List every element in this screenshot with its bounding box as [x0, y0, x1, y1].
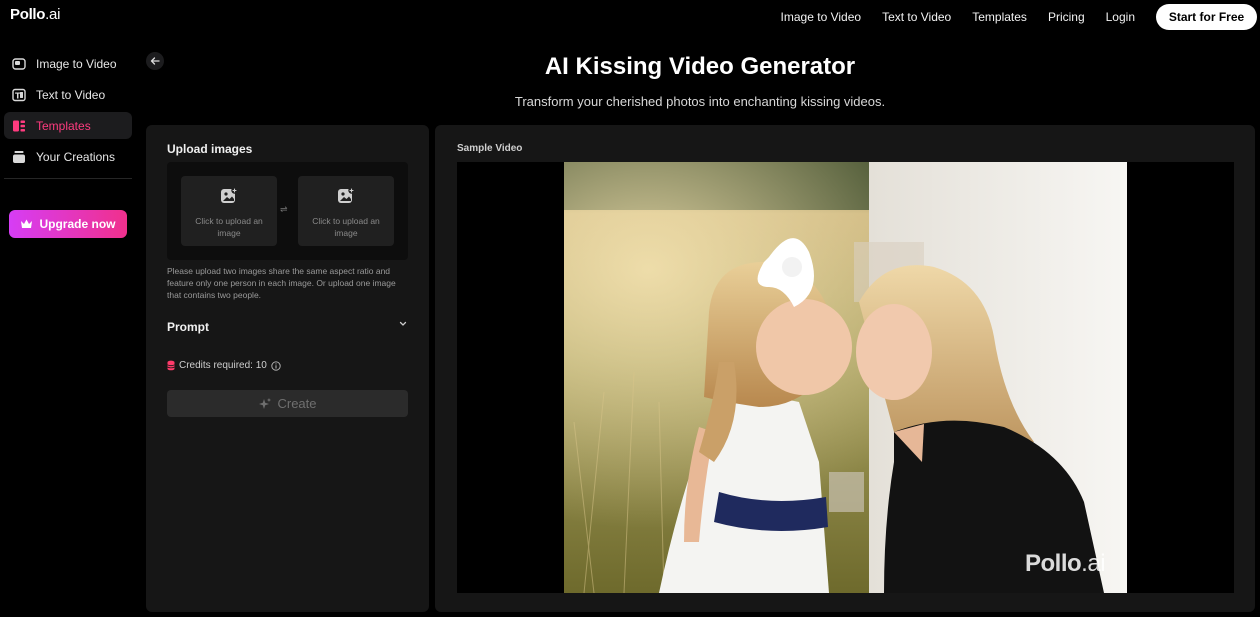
create-button[interactable]: Create — [167, 390, 408, 417]
text-to-video-icon: T — [12, 88, 26, 102]
upload-box-label: Click to upload an image — [195, 216, 263, 238]
credits-coin-icon — [167, 360, 175, 371]
image-upload-icon — [220, 187, 238, 209]
page-subtitle: Transform your cherished photos into enc… — [514, 94, 886, 109]
page-title: AI Kissing Video Generator — [544, 53, 856, 80]
sidebar-divider — [4, 178, 132, 179]
upload-box-second[interactable]: Click to upload an image — [298, 176, 394, 246]
upload-images-title: Upload images — [167, 142, 253, 156]
creations-icon — [12, 150, 26, 164]
nav-pricing[interactable]: Pricing — [1048, 10, 1085, 24]
templates-icon — [12, 119, 26, 133]
upload-box-label: Click to upload an image — [312, 216, 380, 238]
sidebar-item-label: Text to Video — [36, 87, 106, 102]
pollo-watermark: Pollo.ai — [1025, 550, 1106, 577]
sidebar-item-label: Templates — [36, 118, 91, 133]
nav-login[interactable]: Login — [1106, 10, 1135, 24]
upgrade-now-button[interactable]: Upgrade now — [9, 210, 127, 238]
sample-video-label: Sample Video — [457, 143, 523, 154]
sidebar-item-templates[interactable]: Templates — [4, 112, 132, 139]
sidebar-item-label: Your Creations — [36, 149, 115, 164]
sample-video-player[interactable]: Pollo.ai — [457, 162, 1234, 593]
info-icon[interactable] — [271, 360, 281, 371]
sample-video-frame — [564, 162, 1127, 593]
top-navigation: Pollo.ai Image to Video Text to Video Te… — [0, 0, 1260, 33]
sparkle-icon — [259, 397, 272, 409]
logo[interactable]: Pollo.ai — [10, 6, 60, 23]
prompt-label: Prompt — [167, 320, 209, 334]
upgrade-label: Upgrade now — [39, 217, 116, 231]
chevron-down-icon — [399, 321, 407, 326]
crown-icon — [21, 219, 33, 228]
sample-video-panel: Sample Video Pollo.ai — [435, 125, 1255, 612]
create-label: Create — [277, 396, 317, 411]
nav-image-to-video[interactable]: Image to Video — [781, 10, 862, 24]
sidebar-item-label: Image to Video — [36, 56, 117, 71]
generator-form-panel: Upload images Click to upload an image ⇌… — [146, 125, 429, 612]
sample-video-image — [564, 162, 1127, 593]
upload-box-first[interactable]: Click to upload an image — [181, 176, 277, 246]
sidebar: Image to Video T Text to Video Templates… — [0, 50, 140, 238]
nav-links: Image to Video Text to Video Templates P… — [781, 0, 1260, 33]
upload-hint: Please upload two images share the same … — [167, 266, 396, 300]
credits-info: Credits required: 10 — [167, 360, 281, 371]
sidebar-item-text-to-video[interactable]: T Text to Video — [4, 81, 132, 108]
back-button[interactable] — [146, 52, 164, 70]
nav-templates[interactable]: Templates — [972, 10, 1027, 24]
sidebar-item-image-to-video[interactable]: Image to Video — [4, 50, 132, 77]
upload-zone: Click to upload an image ⇌ Click to uplo… — [167, 162, 408, 260]
prompt-toggle[interactable]: Prompt — [167, 318, 408, 334]
nav-text-to-video[interactable]: Text to Video — [882, 10, 951, 24]
image-upload-icon — [337, 187, 355, 209]
arrow-left-icon — [150, 57, 160, 65]
sidebar-item-your-creations[interactable]: Your Creations — [4, 143, 132, 170]
swap-icon[interactable]: ⇌ — [280, 204, 288, 215]
image-to-video-icon — [12, 57, 26, 71]
start-for-free-button[interactable]: Start for Free — [1156, 3, 1257, 30]
credits-text: Credits required: 10 — [179, 360, 267, 371]
